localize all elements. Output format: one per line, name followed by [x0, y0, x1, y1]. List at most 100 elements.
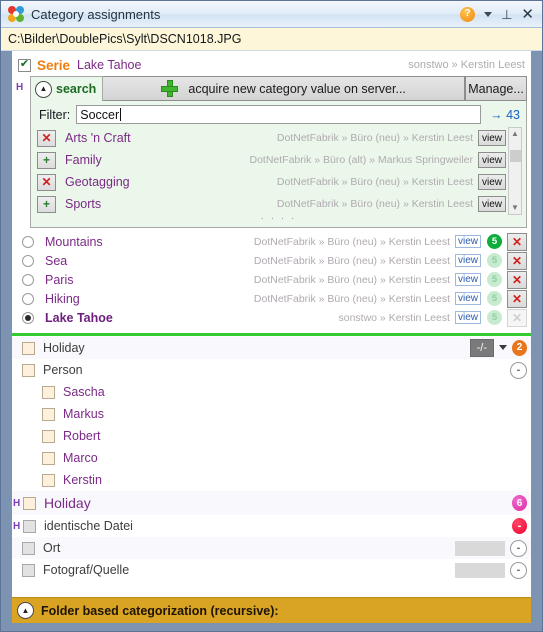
fotograf-value-field[interactable]	[455, 562, 505, 578]
text-caret	[120, 108, 122, 121]
result-path: DotNetFabrik » Büro (alt) » Markus Sprin…	[249, 154, 474, 166]
view-button[interactable]: view	[478, 196, 506, 212]
chevron-down-icon[interactable]	[499, 345, 507, 351]
checkbox-holiday-second[interactable]	[23, 496, 36, 510]
value-name[interactable]: Paris	[45, 273, 73, 287]
chevron-up-circle-icon[interactable]: ▲	[17, 602, 34, 619]
view-button[interactable]: view	[478, 174, 506, 190]
title-bar: Category assignments ? ⊥ ✕	[1, 1, 542, 28]
serie-value[interactable]: Lake Tahoe	[77, 58, 141, 72]
tree-row-sascha[interactable]: Sascha	[12, 381, 531, 403]
checkbox-marco[interactable]	[42, 451, 55, 465]
value-name[interactable]: Lake Tahoe	[45, 311, 113, 325]
checkbox-holiday[interactable]	[22, 341, 35, 355]
resize-grip[interactable]: · · · ·	[35, 214, 522, 224]
chevron-down-icon[interactable]	[484, 11, 493, 17]
tree-row-controls: -	[455, 561, 531, 579]
checkbox-ort[interactable]	[22, 541, 35, 555]
add-icon[interactable]: +	[37, 195, 56, 213]
tree-row-person[interactable]: Person -	[12, 359, 531, 381]
result-name[interactable]: Arts 'n Craft	[65, 131, 131, 145]
remove-icon[interactable]: ✕	[507, 232, 527, 251]
table-row[interactable]: + Sports DotNetFabrik » Büro (neu) » Ker…	[35, 193, 508, 215]
manage-button-label: Manage...	[468, 81, 524, 96]
chevron-down-icon[interactable]: ▼	[511, 202, 519, 214]
chevron-up-icon[interactable]: ▲	[511, 128, 519, 140]
tree-label: Holiday	[44, 495, 91, 511]
view-link[interactable]: view	[454, 292, 481, 305]
view-link[interactable]: view	[454, 273, 481, 286]
tree-label: Holiday	[43, 341, 85, 355]
chevron-up-circle-icon[interactable]: ▲	[35, 80, 52, 98]
view-link[interactable]: view	[454, 254, 481, 267]
acquire-new-category-value-button[interactable]: acquire new category value on server...	[103, 76, 465, 101]
list-item[interactable]: Paris DotNetFabrik » Büro (neu) » Kersti…	[22, 270, 527, 289]
ort-value-field[interactable]	[455, 540, 505, 556]
remove-icon[interactable]: ✕	[37, 173, 56, 191]
radio-lake-tahoe[interactable]	[22, 311, 34, 324]
checkbox-identische-datei[interactable]	[23, 519, 36, 533]
checkbox-markus[interactable]	[42, 407, 55, 421]
tree-row-controls: -	[455, 539, 531, 557]
value-name[interactable]: Mountains	[45, 235, 103, 249]
filter-input-value: Soccer	[80, 107, 120, 122]
manage-button[interactable]: Manage...	[465, 76, 527, 101]
pin-icon[interactable]: ⊥	[501, 8, 512, 21]
table-row[interactable]: ✕ Arts 'n Craft DotNetFabrik » Büro (neu…	[35, 127, 508, 149]
radio-mountains[interactable]	[22, 235, 34, 248]
radio-sea[interactable]	[22, 254, 34, 267]
scrollbar-thumb[interactable]	[509, 150, 521, 162]
checkbox-person[interactable]	[22, 363, 35, 377]
result-name[interactable]: Geotagging	[65, 175, 130, 189]
title-bar-buttons: ? ⊥ ✕	[460, 6, 536, 22]
status-badge: -	[512, 518, 527, 534]
remove-icon[interactable]: ✕	[37, 129, 56, 147]
radio-paris[interactable]	[22, 273, 34, 286]
checkbox-kerstin[interactable]	[42, 473, 55, 487]
value-path: DotNetFabrik » Büro (neu) » Kerstin Lees…	[253, 273, 450, 286]
holiday-value-select[interactable]: -/-	[469, 338, 494, 358]
remove-icon[interactable]: ✕	[507, 289, 527, 308]
list-item[interactable]: Hiking DotNetFabrik » Büro (neu) » Kerst…	[22, 289, 527, 308]
value-name[interactable]: Sea	[45, 254, 67, 268]
results-scrollbar[interactable]: ▲ ▼	[508, 127, 522, 215]
tree-row-markus[interactable]: Markus	[12, 403, 531, 425]
tab-search[interactable]: ▲ search	[30, 76, 104, 101]
file-path-bar: C:\Bilder\DoublePics\Sylt\DSCN1018.JPG	[1, 28, 542, 51]
tree-row-fotograf-quelle[interactable]: Fotograf/Quelle -	[12, 559, 531, 581]
view-button[interactable]: view	[478, 152, 506, 168]
color-wheel-icon	[8, 6, 24, 22]
tree-row-identische-datei[interactable]: H identische Datei -	[12, 515, 531, 537]
remove-icon[interactable]: ✕	[507, 251, 527, 270]
folder-categorization-bar[interactable]: ▲ Folder based categorization (recursive…	[12, 597, 531, 623]
tree-row-controls: -	[510, 361, 531, 379]
view-link[interactable]: view	[454, 311, 481, 324]
remove-icon[interactable]: ✕	[507, 270, 527, 289]
tree-row-marco[interactable]: Marco	[12, 447, 531, 469]
tree-row-robert[interactable]: Robert	[12, 425, 531, 447]
list-item[interactable]: Sea DotNetFabrik » Büro (neu) » Kerstin …	[22, 251, 527, 270]
close-icon[interactable]: ✕	[521, 7, 534, 22]
checkbox-fotograf-quelle[interactable]	[22, 563, 35, 577]
tree-row-ort[interactable]: Ort -	[12, 537, 531, 559]
list-item-selected[interactable]: Lake Tahoe sonstwo » Kerstin Leest view …	[22, 308, 527, 327]
tree-row-kerstin[interactable]: Kerstin	[12, 469, 531, 491]
list-item[interactable]: Mountains DotNetFabrik » Büro (neu) » Ke…	[22, 232, 527, 251]
value-name[interactable]: Hiking	[45, 292, 80, 306]
result-name[interactable]: Sports	[65, 197, 101, 211]
serie-checkbox[interactable]	[18, 58, 31, 72]
table-row[interactable]: ✕ Geotagging DotNetFabrik » Büro (neu) »…	[35, 171, 508, 193]
filter-row: Filter: Soccer → 43	[35, 105, 522, 124]
filter-input[interactable]: Soccer	[76, 105, 482, 124]
help-icon[interactable]: ?	[460, 6, 476, 22]
add-icon[interactable]: +	[37, 151, 56, 169]
tree-row-holiday-second[interactable]: H Holiday 6	[12, 491, 531, 515]
view-button[interactable]: view	[478, 130, 506, 146]
result-name[interactable]: Family	[65, 153, 102, 167]
view-link[interactable]: view	[454, 235, 481, 248]
table-row[interactable]: + Family DotNetFabrik » Büro (alt) » Mar…	[35, 149, 508, 171]
radio-hiking[interactable]	[22, 292, 34, 305]
checkbox-robert[interactable]	[42, 429, 55, 443]
checkbox-sascha[interactable]	[42, 385, 55, 399]
tree-row-holiday-top[interactable]: Holiday -/- 2	[12, 337, 531, 359]
